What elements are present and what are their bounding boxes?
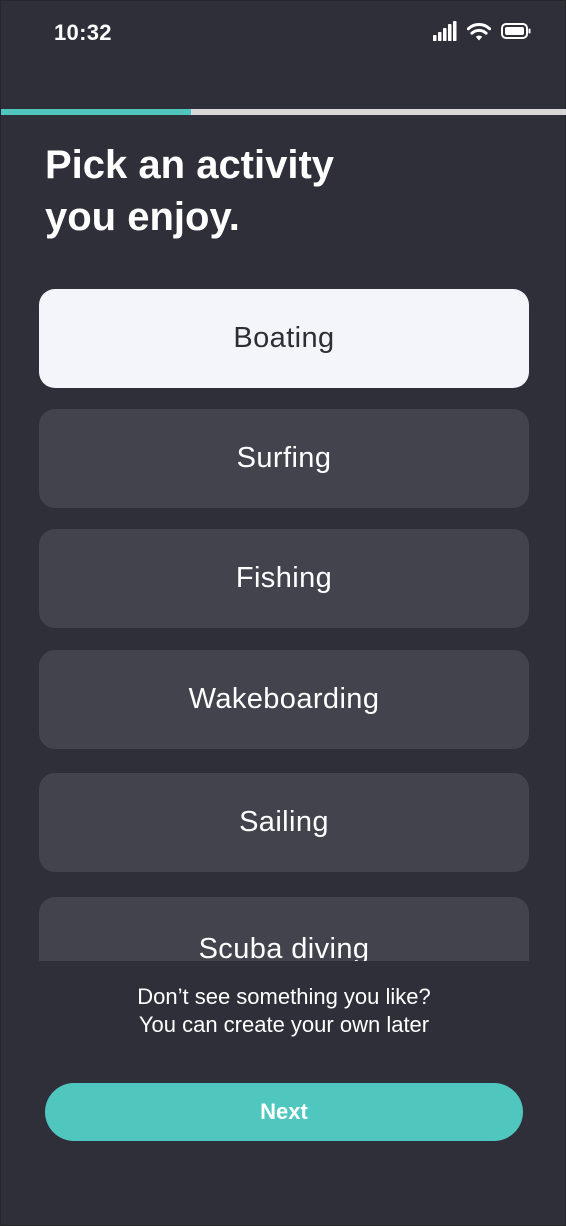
wifi-icon xyxy=(467,22,491,41)
activity-option-wakeboarding[interactable]: Wakeboarding xyxy=(39,650,529,749)
next-button[interactable]: Next xyxy=(45,1083,523,1141)
activity-option-boating[interactable]: Boating xyxy=(39,289,529,388)
page-title: Pick an activity you enjoy. xyxy=(45,139,485,243)
status-icons xyxy=(433,21,531,41)
activity-option-label: Scuba diving xyxy=(198,933,370,961)
helper-text-line-1: Don’t see something you like? xyxy=(137,984,431,1009)
activity-options-list[interactable]: Boating Surfing Fishing Wakeboarding Sai… xyxy=(39,289,529,961)
activity-option-label: Boating xyxy=(233,322,335,354)
battery-icon xyxy=(501,23,531,39)
activity-option-label: Wakeboarding xyxy=(188,683,380,715)
status-time: 10:32 xyxy=(54,20,112,45)
activity-option-label: Fishing xyxy=(235,562,333,594)
activity-option-scuba-diving[interactable]: Scuba diving xyxy=(39,897,529,961)
activity-option-sailing[interactable]: Sailing xyxy=(39,773,529,872)
onboarding-screen: 10:32 Pick an activity you enjoy. Boatin… xyxy=(0,0,566,1226)
page-title-line-2: you enjoy. xyxy=(45,195,240,239)
activity-option-label: Sailing xyxy=(239,806,329,838)
page-title-line-1: Pick an activity xyxy=(45,143,335,187)
cellular-signal-icon xyxy=(433,21,457,41)
activity-option-surfing[interactable]: Surfing xyxy=(39,409,529,508)
helper-text-line-2: You can create your own later xyxy=(138,1012,430,1037)
progress-bar xyxy=(1,109,566,115)
progress-bar-fill xyxy=(1,109,191,115)
status-bar: 10:32 xyxy=(1,1,566,65)
activity-option-label: Surfing xyxy=(236,442,332,474)
helper-text: Don’t see something you like? You can cr… xyxy=(1,983,566,1039)
activity-option-fishing[interactable]: Fishing xyxy=(39,529,529,628)
